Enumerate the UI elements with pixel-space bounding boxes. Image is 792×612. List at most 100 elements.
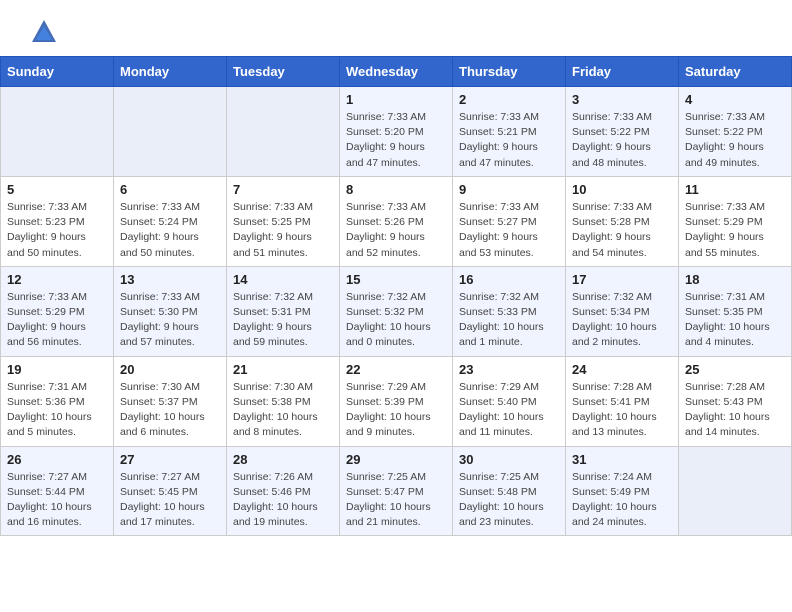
day-number: 23: [459, 362, 559, 377]
calendar-cell: 19 Sunrise: 7:31 AM Sunset: 5:36 PM Dayli…: [1, 356, 114, 446]
col-header-wednesday: Wednesday: [340, 57, 453, 87]
calendar-cell: 21 Sunrise: 7:30 AM Sunset: 5:38 PM Dayli…: [227, 356, 340, 446]
calendar-cell: 14 Sunrise: 7:32 AM Sunset: 5:31 PM Dayli…: [227, 266, 340, 356]
day-number: 24: [572, 362, 672, 377]
day-number: 29: [346, 452, 446, 467]
calendar-cell: [227, 87, 340, 177]
day-number: 18: [685, 272, 785, 287]
day-number: 11: [685, 182, 785, 197]
day-info: Sunrise: 7:33 AM Sunset: 5:28 PM Dayligh…: [572, 200, 672, 261]
calendar-week-row: 5 Sunrise: 7:33 AM Sunset: 5:23 PM Daylig…: [1, 176, 792, 266]
day-info: Sunrise: 7:32 AM Sunset: 5:34 PM Dayligh…: [572, 290, 672, 351]
day-number: 3: [572, 92, 672, 107]
day-info: Sunrise: 7:30 AM Sunset: 5:38 PM Dayligh…: [233, 380, 333, 441]
day-info: Sunrise: 7:33 AM Sunset: 5:22 PM Dayligh…: [685, 110, 785, 171]
calendar-cell: 26 Sunrise: 7:27 AM Sunset: 5:44 PM Dayli…: [1, 446, 114, 536]
day-info: Sunrise: 7:27 AM Sunset: 5:44 PM Dayligh…: [7, 470, 107, 531]
calendar-cell: 29 Sunrise: 7:25 AM Sunset: 5:47 PM Dayli…: [340, 446, 453, 536]
calendar-cell: 1Sunrise: 7:33 AM Sunset: 5:20 PM Daylig…: [340, 87, 453, 177]
col-header-friday: Friday: [566, 57, 679, 87]
calendar-header-row: SundayMondayTuesdayWednesdayThursdayFrid…: [1, 57, 792, 87]
day-info: Sunrise: 7:24 AM Sunset: 5:49 PM Dayligh…: [572, 470, 672, 531]
calendar-cell: [114, 87, 227, 177]
calendar-cell: 17 Sunrise: 7:32 AM Sunset: 5:34 PM Dayli…: [566, 266, 679, 356]
calendar-cell: 28Sunrise: 7:26 AM Sunset: 5:46 PM Dayli…: [227, 446, 340, 536]
calendar-cell: 25 Sunrise: 7:28 AM Sunset: 5:43 PM Dayli…: [679, 356, 792, 446]
calendar-cell: 7 Sunrise: 7:33 AM Sunset: 5:25 PM Daylig…: [227, 176, 340, 266]
day-number: 6: [120, 182, 220, 197]
day-number: 25: [685, 362, 785, 377]
day-info: Sunrise: 7:33 AM Sunset: 5:25 PM Dayligh…: [233, 200, 333, 261]
day-number: 30: [459, 452, 559, 467]
calendar-cell: [1, 87, 114, 177]
day-info: Sunrise: 7:33 AM Sunset: 5:30 PM Dayligh…: [120, 290, 220, 351]
calendar-cell: 27 Sunrise: 7:27 AM Sunset: 5:45 PM Dayli…: [114, 446, 227, 536]
day-number: 19: [7, 362, 107, 377]
day-number: 16: [459, 272, 559, 287]
logo: [24, 18, 58, 46]
day-info: Sunrise: 7:32 AM Sunset: 5:31 PM Dayligh…: [233, 290, 333, 351]
calendar-cell: 20 Sunrise: 7:30 AM Sunset: 5:37 PM Dayli…: [114, 356, 227, 446]
day-info: Sunrise: 7:25 AM Sunset: 5:48 PM Dayligh…: [459, 470, 559, 531]
calendar-cell: 5 Sunrise: 7:33 AM Sunset: 5:23 PM Daylig…: [1, 176, 114, 266]
day-number: 10: [572, 182, 672, 197]
day-info: Sunrise: 7:30 AM Sunset: 5:37 PM Dayligh…: [120, 380, 220, 441]
day-number: 17: [572, 272, 672, 287]
day-number: 22: [346, 362, 446, 377]
calendar-cell: 4 Sunrise: 7:33 AM Sunset: 5:22 PM Daylig…: [679, 87, 792, 177]
day-info: Sunrise: 7:31 AM Sunset: 5:36 PM Dayligh…: [7, 380, 107, 441]
day-number: 14: [233, 272, 333, 287]
day-number: 8: [346, 182, 446, 197]
calendar-cell: 22 Sunrise: 7:29 AM Sunset: 5:39 PM Dayli…: [340, 356, 453, 446]
calendar-cell: [679, 446, 792, 536]
day-info: Sunrise: 7:27 AM Sunset: 5:45 PM Dayligh…: [120, 470, 220, 531]
day-info: Sunrise: 7:28 AM Sunset: 5:43 PM Dayligh…: [685, 380, 785, 441]
day-number: 13: [120, 272, 220, 287]
day-number: 1: [346, 92, 446, 107]
calendar-week-row: 19 Sunrise: 7:31 AM Sunset: 5:36 PM Dayli…: [1, 356, 792, 446]
day-info: Sunrise: 7:33 AM Sunset: 5:26 PM Dayligh…: [346, 200, 446, 261]
col-header-sunday: Sunday: [1, 57, 114, 87]
calendar-cell: 2Sunrise: 7:33 AM Sunset: 5:21 PM Daylig…: [453, 87, 566, 177]
day-number: 21: [233, 362, 333, 377]
day-number: 5: [7, 182, 107, 197]
day-info: Sunrise: 7:31 AM Sunset: 5:35 PM Dayligh…: [685, 290, 785, 351]
calendar-cell: 24 Sunrise: 7:28 AM Sunset: 5:41 PM Dayli…: [566, 356, 679, 446]
day-info: Sunrise: 7:33 AM Sunset: 5:23 PM Dayligh…: [7, 200, 107, 261]
day-number: 9: [459, 182, 559, 197]
calendar-cell: 31 Sunrise: 7:24 AM Sunset: 5:49 PM Dayli…: [566, 446, 679, 536]
day-number: 31: [572, 452, 672, 467]
day-number: 7: [233, 182, 333, 197]
calendar-cell: 18 Sunrise: 7:31 AM Sunset: 5:35 PM Dayli…: [679, 266, 792, 356]
day-info: Sunrise: 7:33 AM Sunset: 5:27 PM Dayligh…: [459, 200, 559, 261]
day-number: 26: [7, 452, 107, 467]
day-info: Sunrise: 7:33 AM Sunset: 5:21 PM Dayligh…: [459, 110, 559, 171]
day-info: Sunrise: 7:29 AM Sunset: 5:40 PM Dayligh…: [459, 380, 559, 441]
header: [0, 0, 792, 56]
calendar-cell: 16 Sunrise: 7:32 AM Sunset: 5:33 PM Dayli…: [453, 266, 566, 356]
calendar-cell: 9 Sunrise: 7:33 AM Sunset: 5:27 PM Daylig…: [453, 176, 566, 266]
day-info: Sunrise: 7:33 AM Sunset: 5:22 PM Dayligh…: [572, 110, 672, 171]
day-info: Sunrise: 7:25 AM Sunset: 5:47 PM Dayligh…: [346, 470, 446, 531]
calendar-cell: 6 Sunrise: 7:33 AM Sunset: 5:24 PM Daylig…: [114, 176, 227, 266]
day-info: Sunrise: 7:26 AM Sunset: 5:46 PM Dayligh…: [233, 470, 333, 531]
calendar-week-row: 26 Sunrise: 7:27 AM Sunset: 5:44 PM Dayli…: [1, 446, 792, 536]
day-number: 15: [346, 272, 446, 287]
day-info: Sunrise: 7:32 AM Sunset: 5:32 PM Dayligh…: [346, 290, 446, 351]
calendar-cell: 12Sunrise: 7:33 AM Sunset: 5:29 PM Dayli…: [1, 266, 114, 356]
day-info: Sunrise: 7:32 AM Sunset: 5:33 PM Dayligh…: [459, 290, 559, 351]
day-number: 20: [120, 362, 220, 377]
day-info: Sunrise: 7:28 AM Sunset: 5:41 PM Dayligh…: [572, 380, 672, 441]
calendar-cell: 15 Sunrise: 7:32 AM Sunset: 5:32 PM Dayli…: [340, 266, 453, 356]
day-info: Sunrise: 7:33 AM Sunset: 5:24 PM Dayligh…: [120, 200, 220, 261]
calendar-cell: 10 Sunrise: 7:33 AM Sunset: 5:28 PM Dayli…: [566, 176, 679, 266]
day-info: Sunrise: 7:29 AM Sunset: 5:39 PM Dayligh…: [346, 380, 446, 441]
day-number: 4: [685, 92, 785, 107]
logo-icon: [30, 18, 58, 46]
col-header-saturday: Saturday: [679, 57, 792, 87]
calendar-cell: 3 Sunrise: 7:33 AM Sunset: 5:22 PM Daylig…: [566, 87, 679, 177]
calendar-cell: 11Sunrise: 7:33 AM Sunset: 5:29 PM Dayli…: [679, 176, 792, 266]
day-number: 27: [120, 452, 220, 467]
calendar-table: SundayMondayTuesdayWednesdayThursdayFrid…: [0, 56, 792, 536]
day-info: Sunrise: 7:33 AM Sunset: 5:29 PM Dayligh…: [7, 290, 107, 351]
